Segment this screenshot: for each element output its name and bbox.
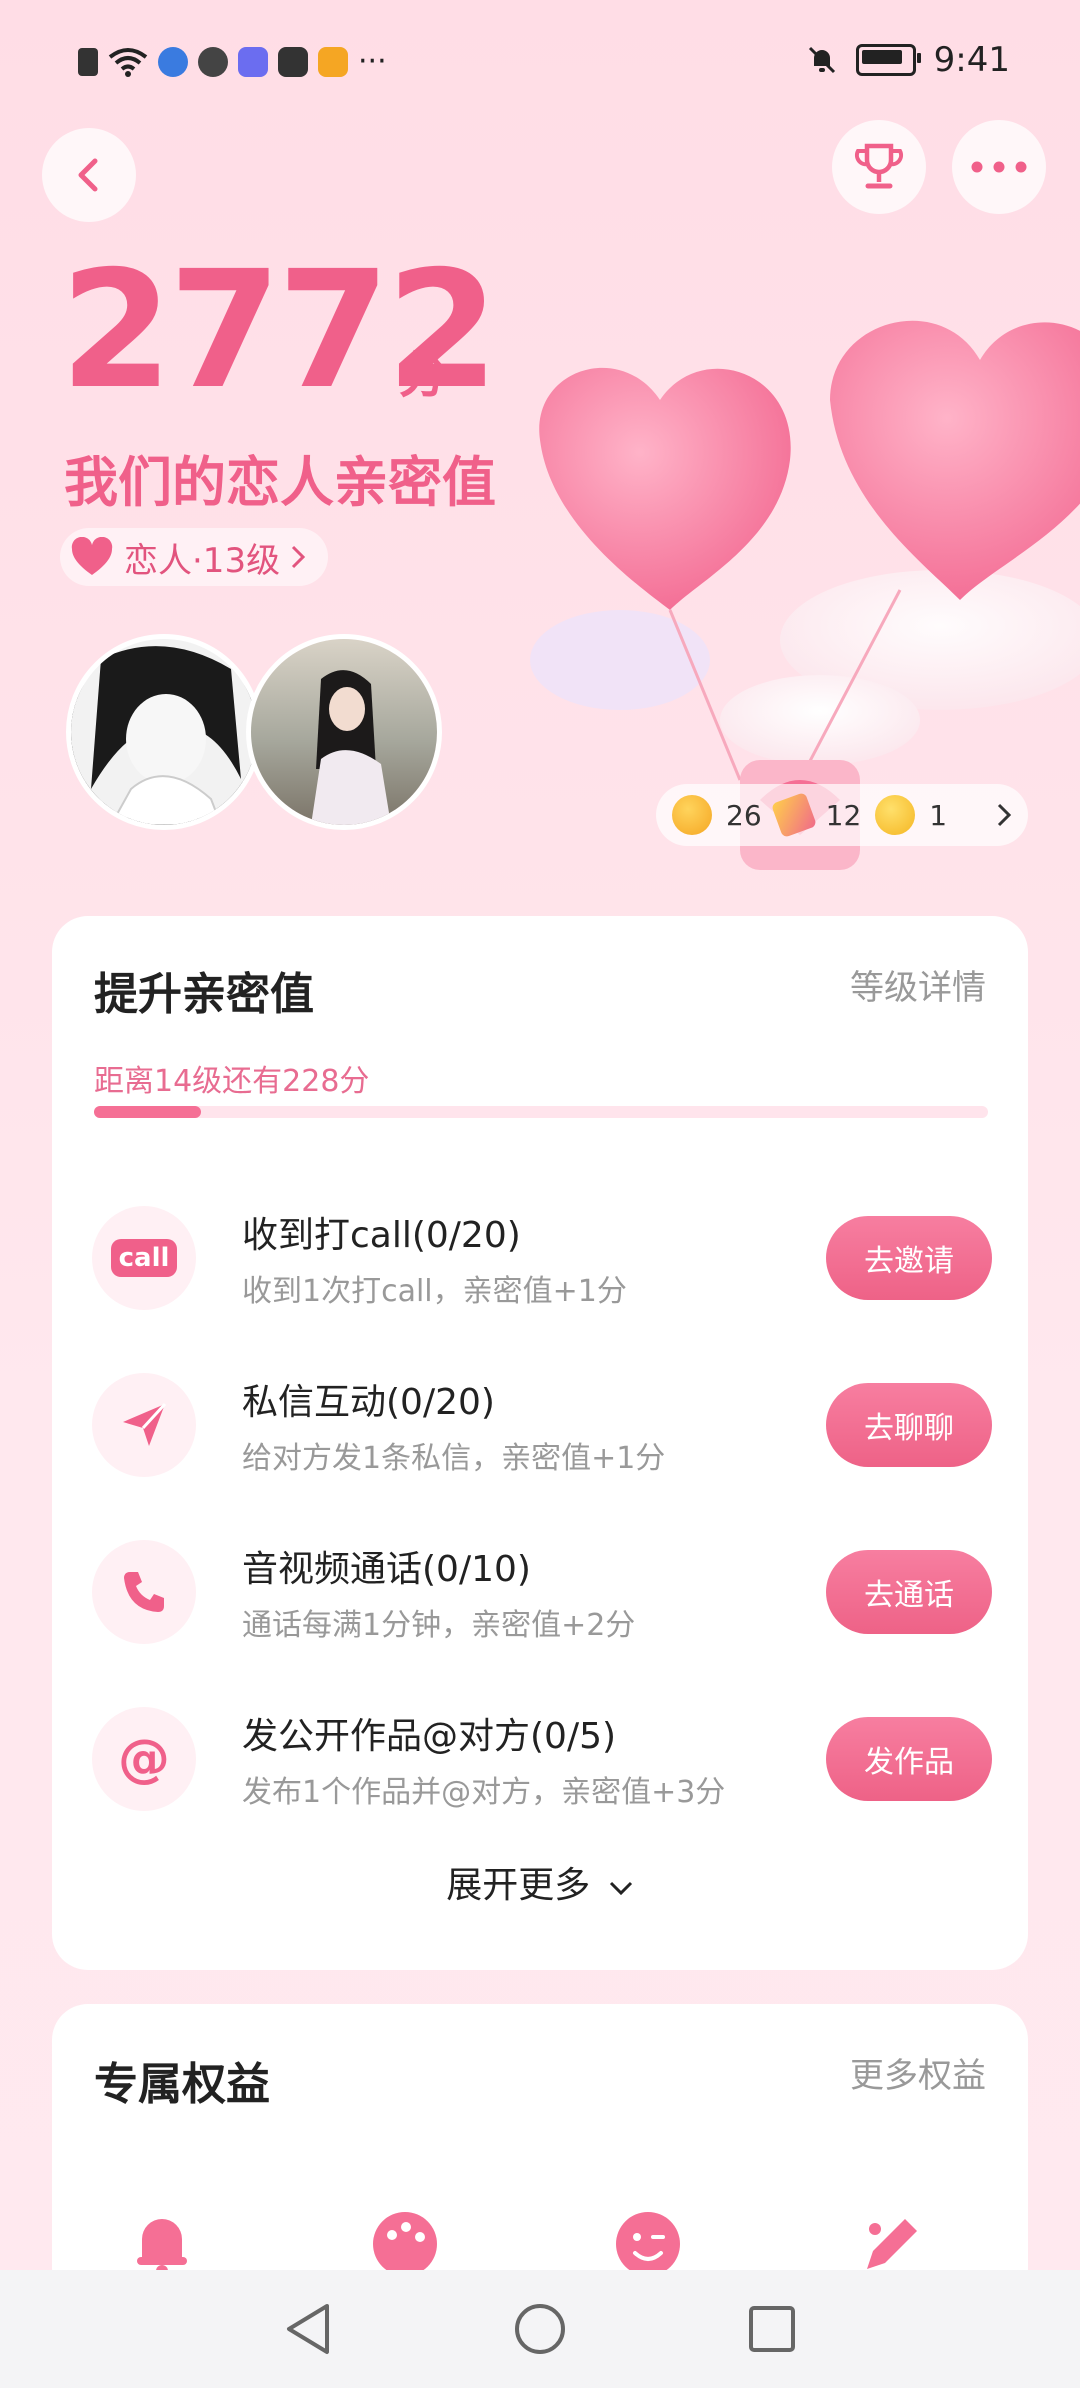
hug-face-icon [672,795,712,835]
boost-intimacy-card: 提升亲密值 等级详情 距离14级还有228分 call 收到打call(0/20… [52,916,1028,1970]
heart-icon [71,537,113,575]
avatar-photo-2 [251,639,437,825]
trophy-button[interactable] [832,120,926,214]
more-button[interactable] [952,120,1046,214]
trophy-icon [854,143,904,189]
task-desc: 通话每满1分钟，亲密值+2分 [242,1608,636,1643]
level-progress-fill [94,1106,202,1118]
emoji-count-1: 26 [726,798,762,832]
back-button[interactable] [42,128,136,222]
task-title: 收到打call(0/20) [242,1215,521,1256]
call-badge: call [110,1239,178,1277]
call-button[interactable]: 去通话 [826,1550,992,1634]
expand-more-button[interactable]: 展开更多 [52,1856,1028,1908]
app-icon-orange [318,46,348,77]
avatar-illustration-1 [71,639,257,825]
system-nav-bar [0,2270,1080,2388]
status-time: 9:41 [933,40,1010,80]
task-desc: 给对方发1条私信，亲密值+1分 [242,1441,666,1476]
chevron-right-icon [292,545,306,569]
exclusive-perks-card: 专属权益 更多权益 [52,2004,1028,2304]
alert-icon [78,47,98,76]
task-title: 音视频通话(0/10) [242,1549,531,1590]
perks-card-title: 专属权益 [94,2059,270,2110]
mute-bell-icon [808,46,835,74]
nav-back-icon[interactable] [283,2302,333,2356]
call-icon: call [92,1206,196,1310]
avatar-user-1[interactable] [66,634,262,830]
invite-button[interactable]: 去邀请 [826,1216,992,1300]
nav-recents-icon[interactable] [747,2304,797,2354]
chevron-right-icon [997,803,1012,827]
party-popper-icon [770,791,817,839]
smirk-face-icon [875,795,916,835]
emoji-count-3: 1 [929,798,948,832]
level-badge[interactable]: 恋人·13级 [60,528,329,586]
task-desc: 收到1次打call，亲密值+1分 [242,1274,627,1309]
status-more: ··· [358,44,387,79]
status-bar-notifications: ··· [78,44,387,79]
phone-icon [92,1540,196,1644]
task-item-call-video: 音视频通话(0/10) 通话每满1分钟，亲密值+2分 去通话 [92,1530,992,1650]
score-unit: 分 [398,346,448,404]
task-title: 私信互动(0/20) [242,1382,495,1423]
level-label: 恋人·13级 [124,540,281,581]
wifi-icon [108,47,148,77]
avatar-user-2[interactable] [246,634,442,830]
chat-button[interactable]: 去聊聊 [826,1383,992,1467]
level-details-link[interactable]: 等级详情 [850,960,986,1009]
expand-more-label: 展开更多 [446,1865,591,1906]
publish-button[interactable]: 发作品 [826,1717,992,1801]
task-item-message: 私信互动(0/20) 给对方发1条私信，亲密值+1分 去聊聊 [92,1363,992,1483]
status-bar: ··· 9:41 [0,0,1080,120]
task-item-call: call 收到打call(0/20) 收到1次打call，亲密值+1分 去邀请 [92,1196,992,1316]
app-icon-blue [158,46,188,77]
chevron-down-icon [609,1881,632,1896]
at-sign-icon: @ [92,1707,196,1811]
status-bar-system: 9:41 [806,40,1010,80]
more-dots-icon [971,161,1027,173]
task-title: 发公开作品@对方(0/5) [242,1716,617,1757]
emoji-interaction-bar[interactable]: 26 12 1 [656,784,1028,846]
task-desc: 发布1个作品并@对方，亲密值+3分 [242,1775,726,1810]
task-item-publish: @ 发公开作品@对方(0/5) 发布1个作品并@对方，亲密值+3分 发作品 [92,1697,992,1817]
chevron-left-icon [78,158,98,192]
boost-card-title: 提升亲密值 [94,969,314,1020]
progress-label: 距离14级还有228分 [94,1064,370,1099]
emoji-count-2: 12 [825,798,862,832]
wechat-icon [198,46,228,77]
nav-home-icon[interactable] [513,2302,567,2356]
battery-icon [855,44,921,76]
app-icon-dark [278,46,308,77]
page-title: 我们的恋人亲密值 [64,451,496,514]
more-perks-link[interactable]: 更多权益 [850,2048,986,2097]
level-progress-bar [94,1106,988,1118]
paper-plane-icon [92,1373,196,1477]
app-icon-purple [238,46,268,77]
